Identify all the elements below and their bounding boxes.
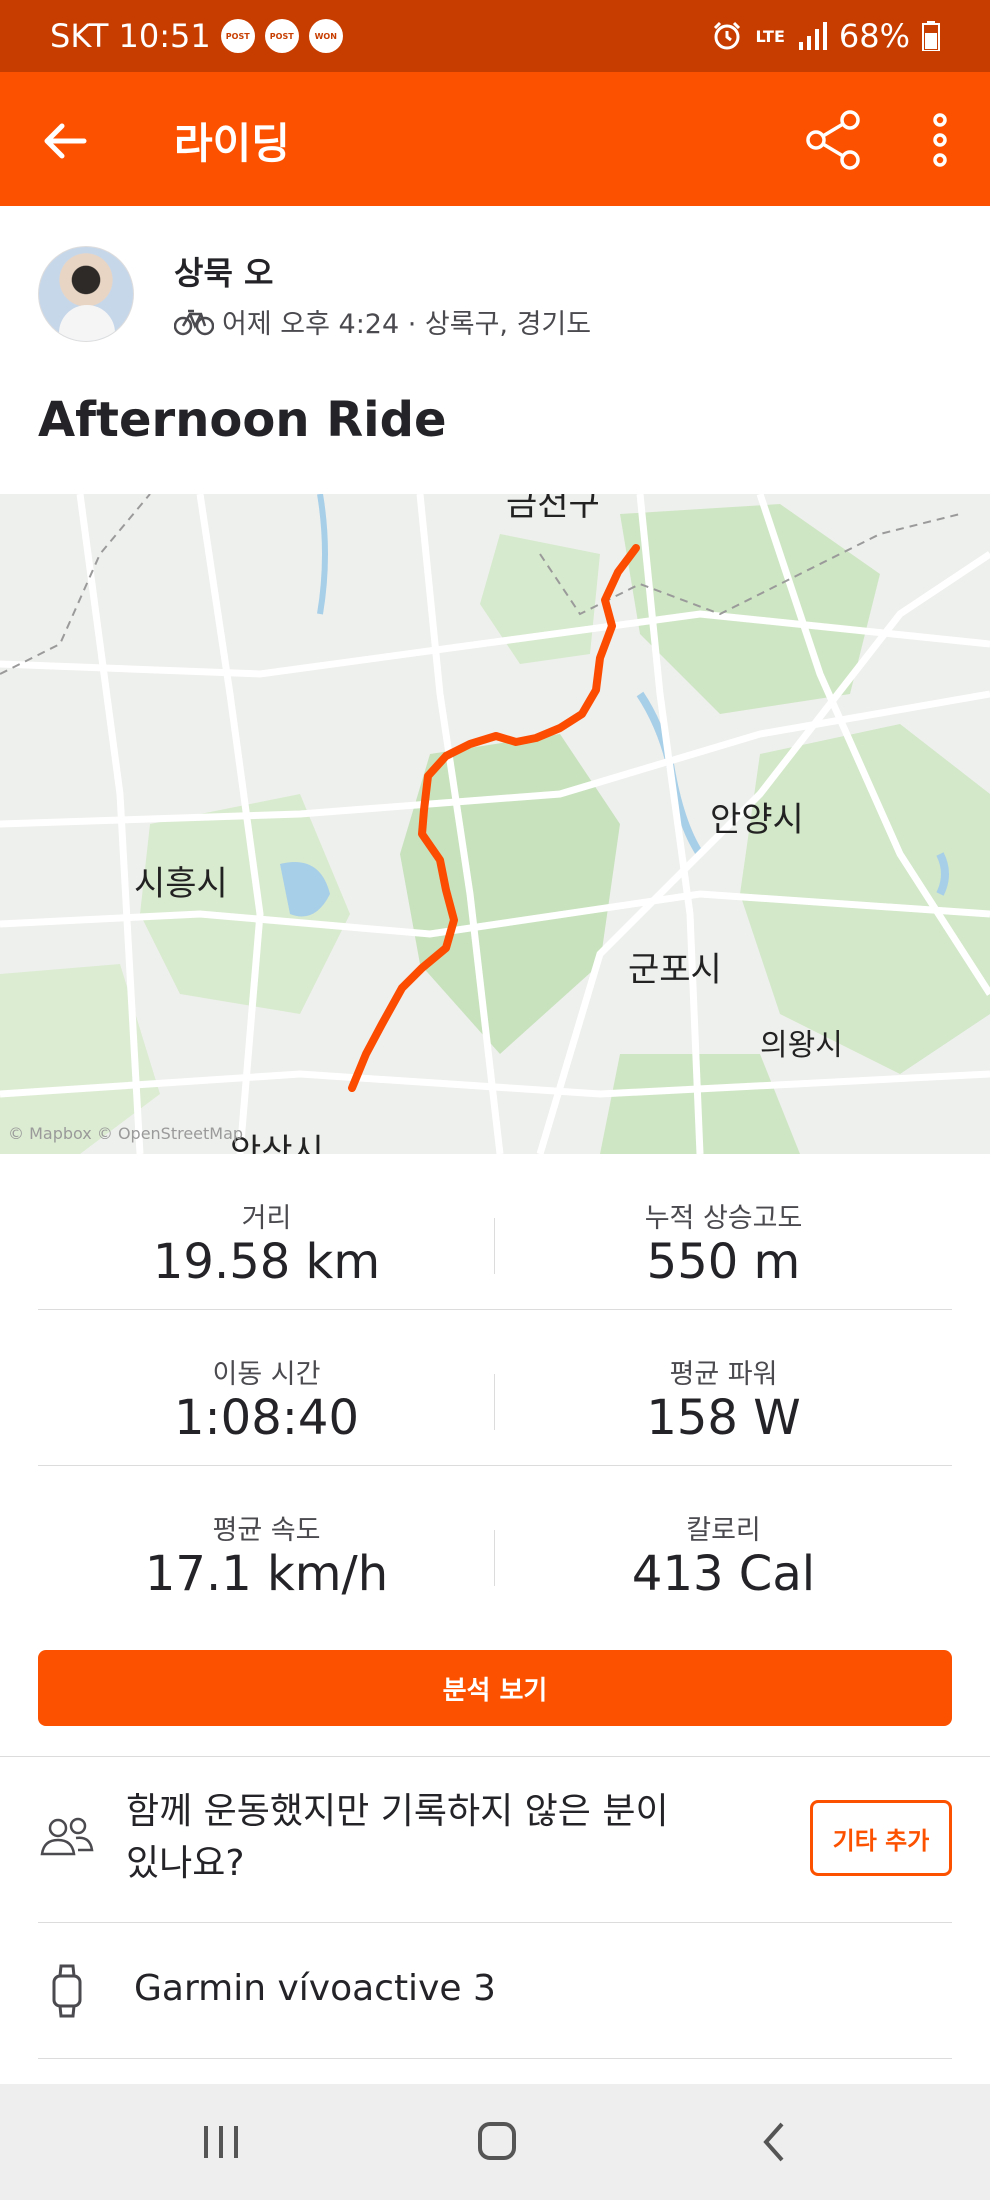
bike-icon — [174, 309, 214, 335]
view-analysis-button[interactable]: 분석 보기 — [38, 1650, 952, 1726]
stats-grid: 거리 19.58 km 누적 상승고도 550 m 이동 시간 1:08:40 … — [38, 1154, 952, 1622]
stat-value: 158 W — [646, 1390, 801, 1446]
device-name: Garmin vívoactive 3 — [134, 1968, 496, 2009]
athlete-header: 상묵 오 어제 오후 4:24 · 상록구, 경기도 — [0, 206, 990, 356]
stat-label: 평균 파워 — [669, 1359, 778, 1390]
map-attribution: © Mapbox © OpenStreetMap — [8, 1124, 244, 1143]
map-label-anyang: 안양시 — [710, 800, 804, 840]
route-map[interactable]: 금천구 안양시 시흥시 군포시 의왕시 안산시 — [0, 494, 990, 1154]
map-label-geumcheon: 금천구 — [506, 494, 600, 524]
activity-title: Afternoon Ride — [38, 392, 447, 448]
map-water — [317, 494, 328, 615]
battery-icon — [922, 21, 940, 51]
network-type: LTE — [755, 26, 785, 46]
stat-value: 413 Cal — [631, 1546, 816, 1602]
page-title: 라이딩 — [174, 119, 290, 168]
stat-row: 거리 19.58 km 누적 상승고도 550 m — [38, 1154, 952, 1310]
stat-label: 누적 상승고도 — [644, 1203, 803, 1234]
add-others-section: 함께 운동했지만 기록하지 않은 분이 있나요? 기타 추가 — [0, 1756, 990, 1922]
won-notification-icon: WON — [308, 19, 343, 53]
stat-row: 이동 시간 1:08:40 평균 파워 158 W — [38, 1310, 952, 1466]
stat-label: 칼로리 — [686, 1515, 761, 1546]
post-notification-icon: POST — [220, 19, 255, 53]
carrier-time: SKT 10:51 — [50, 17, 211, 55]
stat-elevation-gain: 누적 상승고도 550 m — [495, 1154, 952, 1310]
avatar[interactable] — [38, 246, 134, 342]
activity-meta: 어제 오후 4:24 · 상록구, 경기도 — [174, 302, 591, 341]
alarm-icon — [714, 21, 741, 50]
share-icon[interactable] — [804, 110, 864, 170]
post-notification-icon: POST — [264, 19, 299, 53]
people-icon — [40, 1817, 94, 1856]
stat-value: 19.58 km — [152, 1234, 381, 1290]
status-bar: SKT 10:51 POST POST WON LTE 68% — [0, 0, 990, 72]
device-row: Garmin vívoactive 3 — [0, 1922, 990, 2058]
map-label-siheung: 시흥시 — [134, 864, 228, 904]
stat-label: 거리 — [241, 1203, 292, 1234]
recent-apps-icon[interactable] — [196, 2120, 246, 2164]
map-label-ansan: 안산시 — [230, 1132, 324, 1154]
stat-label: 이동 시간 — [212, 1359, 321, 1390]
add-others-button[interactable]: 기타 추가 — [810, 1800, 952, 1876]
battery-percent: 68% — [838, 17, 910, 55]
map-label-uiwang: 의왕시 — [760, 1028, 843, 1063]
stat-value: 1:08:40 — [173, 1390, 360, 1446]
athlete-name[interactable]: 상묵 오 — [174, 248, 273, 294]
more-vertical-icon[interactable] — [920, 112, 960, 168]
divider — [38, 2058, 952, 2059]
stat-label: 평균 속도 — [212, 1515, 321, 1546]
stat-calories: 칼로리 413 Cal — [495, 1466, 952, 1622]
watch-icon — [52, 1964, 82, 2018]
system-nav-bar — [0, 2084, 990, 2200]
map-label-gunpo: 군포시 — [628, 950, 722, 990]
stat-row: 평균 속도 17.1 km/h 칼로리 413 Cal — [38, 1466, 952, 1622]
back-arrow-icon[interactable] — [40, 116, 90, 166]
stat-distance: 거리 19.58 km — [38, 1154, 495, 1310]
activity-meta-text: 어제 오후 4:24 · 상록구, 경기도 — [222, 309, 592, 340]
add-others-prompt: 함께 운동했지만 기록하지 않은 분이 있나요? — [126, 1791, 669, 1884]
stat-moving-time: 이동 시간 1:08:40 — [38, 1310, 495, 1466]
home-icon[interactable] — [472, 2120, 522, 2164]
app-bar: 라이딩 — [0, 72, 990, 206]
stat-value: 17.1 km/h — [144, 1546, 389, 1602]
signal-icon — [798, 22, 827, 50]
stat-avg-power: 평균 파워 158 W — [495, 1310, 952, 1466]
stat-value: 550 m — [646, 1234, 801, 1290]
back-nav-icon[interactable] — [750, 2120, 800, 2164]
stat-avg-speed: 평균 속도 17.1 km/h — [38, 1466, 495, 1622]
